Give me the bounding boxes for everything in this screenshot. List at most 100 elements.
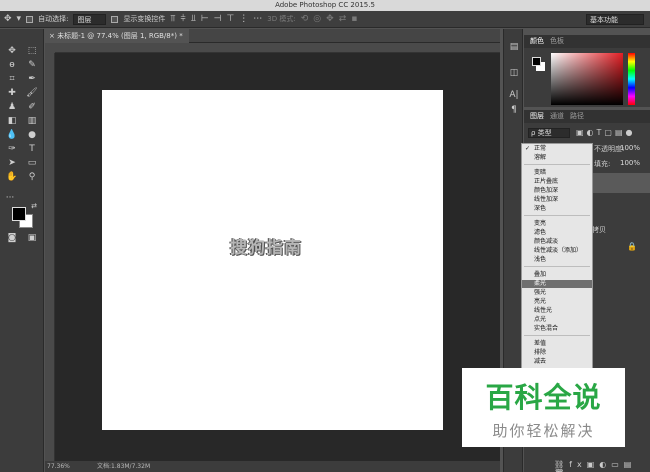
blend-mode-item[interactable]: 滤色: [522, 229, 592, 237]
gradient-tool-icon[interactable]: ▥: [24, 115, 40, 128]
opacity-input[interactable]: 100%: [620, 144, 640, 152]
blend-mode-item[interactable]: 排除: [522, 349, 592, 357]
tab-swatches[interactable]: 色板: [550, 35, 564, 48]
stamp-tool-icon[interactable]: ♟: [4, 101, 20, 114]
screen-mode-icon[interactable]: ▣: [24, 232, 40, 245]
align-bottom-icon[interactable]: ⫫: [191, 14, 196, 24]
blend-mode-item[interactable]: 颜色减淡: [522, 238, 592, 246]
blend-mode-item[interactable]: 变暗: [522, 169, 592, 177]
horizontal-ruler[interactable]: [55, 43, 500, 53]
watermark-badge: 百科全说 助你轻松解决: [462, 368, 625, 447]
tab-paths[interactable]: 路径: [570, 110, 584, 123]
quick-mask-icon[interactable]: ◙: [4, 232, 20, 245]
align-top-icon[interactable]: ⫪: [170, 14, 175, 24]
lock-icon[interactable]: 🔒: [627, 242, 637, 251]
type-tool-icon[interactable]: T: [24, 143, 40, 156]
layer-filter-icons[interactable]: ▣◐T▢▤●: [576, 128, 636, 137]
blend-mode-item[interactable]: 叠加: [522, 271, 592, 279]
canvas-text-layer[interactable]: 搜狗指南: [230, 233, 302, 258]
blend-mode-item[interactable]: 减去: [522, 358, 592, 366]
blend-mode-item[interactable]: 深色: [522, 205, 592, 213]
document-size-info[interactable]: 文档:1.83M/7.32M: [97, 461, 150, 472]
drag-3d-icon[interactable]: ✥: [326, 14, 334, 24]
blend-mode-item[interactable]: 点光: [522, 316, 592, 324]
history-panel-icon[interactable]: ▤: [508, 41, 520, 53]
color-spectrum-picker[interactable]: [551, 53, 623, 105]
layer-row-selected[interactable]: [588, 173, 650, 193]
align-middle-icon[interactable]: ⫩: [181, 14, 186, 24]
auto-select-dropdown[interactable]: 图层: [73, 13, 107, 25]
quick-select-tool-icon[interactable]: ✎: [24, 59, 40, 72]
tab-color[interactable]: 颜色: [530, 35, 544, 48]
align-left-icon[interactable]: ⊢: [201, 14, 209, 24]
blur-tool-icon[interactable]: 💧: [4, 129, 20, 142]
move-tool-icon[interactable]: ✥: [4, 14, 12, 24]
blend-mode-item[interactable]: 正片叠底: [522, 178, 592, 186]
tab-layers[interactable]: 图层: [530, 110, 544, 123]
close-icon[interactable]: ×: [49, 32, 57, 40]
blend-mode-item[interactable]: 亮光: [522, 298, 592, 306]
crop-tool-icon[interactable]: ⌗: [4, 73, 20, 86]
layer-filter-dropdown[interactable]: ρ 类型: [528, 128, 570, 138]
hue-slider[interactable]: [628, 53, 635, 105]
blend-mode-item[interactable]: 浅色: [522, 256, 592, 264]
slide-3d-icon[interactable]: ⇄: [339, 14, 347, 24]
character-panel-icon[interactable]: A|: [508, 89, 520, 101]
menu-divider: [524, 164, 590, 165]
healing-tool-icon[interactable]: ✚: [4, 87, 20, 100]
auto-select-checkbox[interactable]: [26, 15, 34, 23]
lasso-tool-icon[interactable]: ɵ: [4, 59, 20, 72]
blend-mode-item[interactable]: 颜色加深: [522, 187, 592, 195]
dodge-tool-icon[interactable]: ●: [24, 129, 40, 142]
vertical-ruler[interactable]: [45, 53, 55, 461]
tab-channels[interactable]: 通道: [550, 110, 564, 123]
fill-input[interactable]: 100%: [620, 159, 640, 167]
eyedropper-tool-icon[interactable]: ✒: [24, 73, 40, 86]
fill-label: 填充:: [594, 160, 611, 168]
zoom-tool-icon[interactable]: ⚲: [24, 171, 40, 184]
paragraph-panel-icon[interactable]: ¶: [508, 104, 520, 116]
marquee-tool-icon[interactable]: ⬚: [24, 45, 40, 58]
swap-colors-icon[interactable]: ⇄: [26, 200, 42, 213]
roll-3d-icon[interactable]: ◎: [313, 14, 321, 24]
workspace-dropdown[interactable]: 基本功能: [586, 14, 644, 25]
blend-mode-item[interactable]: 线性光: [522, 307, 592, 315]
foreground-color-swatch[interactable]: [12, 207, 26, 221]
pen-tool-icon[interactable]: ✑: [4, 143, 20, 156]
blend-mode-item[interactable]: 变亮: [522, 220, 592, 228]
blend-mode-item[interactable]: 溶解: [522, 154, 592, 162]
shape-tool-icon[interactable]: ▭: [24, 157, 40, 170]
blend-mode-item[interactable]: 线性加深: [522, 196, 592, 204]
layer-copy-label[interactable]: 拷贝: [592, 225, 606, 235]
scale-3d-icon[interactable]: ▪: [351, 14, 357, 24]
blend-mode-dropdown[interactable]: ✓ 正常 溶解 变暗 正片叠底 颜色加深 线性加深 深色 变亮 滤色 颜色减淡 线…: [521, 143, 593, 372]
properties-panel-icon[interactable]: ◫: [508, 67, 520, 79]
blend-mode-item[interactable]: 线性减淡（添加）: [522, 247, 592, 255]
show-transform-checkbox[interactable]: [111, 15, 119, 23]
show-transform-label: 显示变换控件: [123, 15, 166, 23]
move-tool-icon[interactable]: ✥: [4, 45, 20, 58]
rotate-3d-icon[interactable]: ⟲: [301, 14, 309, 24]
chevron-down-icon[interactable]: ▾: [17, 14, 22, 24]
ruler-origin[interactable]: [45, 43, 55, 53]
eraser-tool-icon[interactable]: ◧: [4, 115, 20, 128]
path-select-tool-icon[interactable]: ➤: [4, 157, 20, 170]
align-right-icon[interactable]: ⊤: [226, 14, 234, 24]
document-tab[interactable]: × 未标题-1 @ 77.4% (图层 1, RGB/8*) *: [45, 29, 189, 43]
blend-mode-item-highlighted[interactable]: 柔光: [522, 280, 592, 288]
layer-actions-bar[interactable]: ⛓fx▣◐▭▤🗑: [554, 460, 650, 472]
ellipsis-icon[interactable]: ···: [2, 192, 18, 205]
hand-tool-icon[interactable]: ✋: [4, 171, 20, 184]
blend-mode-item[interactable]: 强光: [522, 289, 592, 297]
align-center-icon[interactable]: ⊣: [214, 14, 222, 24]
document-canvas[interactable]: 搜狗指南: [102, 90, 443, 430]
history-brush-tool-icon[interactable]: ✐: [24, 101, 40, 114]
distribute-horizontal-icon[interactable]: ⋯: [253, 14, 262, 24]
color-foreground-swatch[interactable]: [532, 57, 541, 66]
zoom-level[interactable]: 77.36%: [47, 461, 70, 472]
distribute-icon[interactable]: ⋮: [239, 14, 248, 24]
brush-tool-icon[interactable]: 🖌: [24, 87, 40, 100]
blend-mode-item[interactable]: ✓ 正常: [522, 145, 592, 153]
blend-mode-item[interactable]: 实色混合: [522, 325, 592, 333]
blend-mode-item[interactable]: 差值: [522, 340, 592, 348]
